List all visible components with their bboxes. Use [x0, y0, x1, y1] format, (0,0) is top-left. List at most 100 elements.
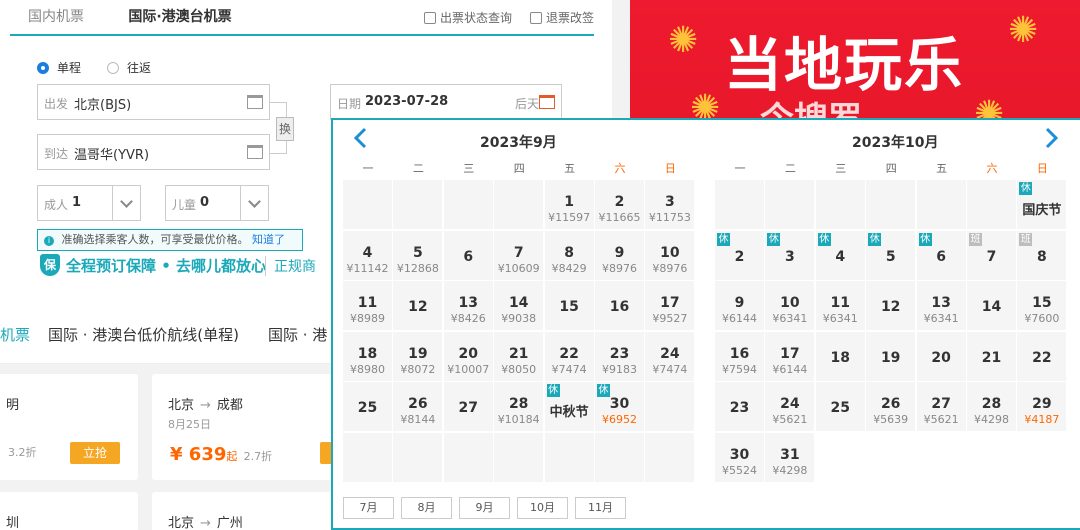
city-picker-icon[interactable] — [247, 95, 263, 109]
calendar-day[interactable]: 28 ¥4298 — [967, 382, 1016, 431]
calendar-day[interactable]: 6 — [443, 230, 493, 280]
chevron-down-icon[interactable] — [112, 186, 140, 220]
day-price: ¥9183 — [602, 362, 637, 376]
radio-roundtrip[interactable]: 往返 — [107, 59, 151, 76]
calendar-day[interactable]: 24 ¥5621 — [765, 382, 815, 431]
calendar-day[interactable]: 28 ¥10184 — [494, 382, 544, 431]
booking-guarantee[interactable]: 保 全程预订保障 • 去哪儿都放心 — [40, 254, 266, 276]
calendar-day[interactable]: 18 — [815, 331, 865, 381]
calendar-day[interactable]: 9 ¥8976 — [595, 230, 644, 280]
child-count-select[interactable]: 儿童 0 — [165, 185, 269, 221]
official-badge[interactable]: 正规商 — [265, 256, 316, 276]
calendar-day[interactable]: 17 ¥6144 — [765, 331, 815, 381]
calendar-day[interactable]: 2 ¥11665 — [595, 180, 644, 229]
tab-route-1[interactable]: 国际 · 港澳台低价航线(单程) — [48, 324, 239, 345]
calendar-day[interactable]: 9 ¥6144 — [715, 281, 764, 330]
calendar-day[interactable]: 8 ¥8429 — [544, 230, 594, 280]
calendar-day[interactable]: 休国庆节 — [1017, 180, 1067, 229]
calendar-day[interactable]: 13 ¥8426 — [443, 281, 493, 330]
arrival-field[interactable]: 到达 温哥华(YVR) — [37, 134, 270, 170]
chevron-left-icon[interactable] — [353, 126, 367, 150]
route-card[interactable]: 圳 — [0, 492, 138, 530]
calendar-day[interactable]: 16 — [595, 281, 644, 330]
calendar-day[interactable]: 14 ¥9038 — [494, 281, 544, 330]
radio-unselected-icon — [107, 61, 119, 74]
calendar-day[interactable]: 7 ¥10609 — [494, 230, 544, 280]
route-card[interactable]: 北京→成都 8月25日 ¥ 639起 2.7折 立抢 — [152, 374, 370, 480]
calendar-day[interactable]: 班8 — [1017, 230, 1067, 280]
tab-route-0[interactable]: 机票 — [0, 324, 30, 345]
calendar-day[interactable]: 休 30 ¥6952 — [595, 382, 644, 431]
calendar-day[interactable]: 5 ¥12868 — [393, 230, 443, 280]
calendar-day[interactable]: 27 ¥5621 — [916, 382, 966, 431]
tip-dismiss-link[interactable]: 知道了 — [252, 233, 285, 246]
calendar-day[interactable]: 15 ¥7600 — [1017, 281, 1067, 330]
calendar-day[interactable]: 23 — [715, 382, 764, 431]
calendar-icon[interactable] — [539, 95, 555, 109]
calendar-day[interactable]: 23 ¥9183 — [595, 331, 644, 381]
calendar-day[interactable]: 14 — [967, 281, 1016, 330]
calendar-day[interactable]: 休4 — [815, 230, 865, 280]
tab-domestic[interactable]: 国内机票 — [28, 0, 84, 34]
month-jump-button[interactable]: 8月 — [401, 497, 452, 519]
month-jump-button[interactable]: 9月 — [459, 497, 510, 519]
month-jump-button[interactable]: 7月 — [343, 497, 394, 519]
calendar-day[interactable]: 30 ¥5524 — [715, 432, 764, 482]
route-card[interactable]: 北京 → 广州 — [152, 492, 342, 530]
calendar-day[interactable]: 21 — [967, 331, 1016, 381]
calendar-day[interactable]: 19 — [866, 331, 916, 381]
radio-oneway[interactable]: 单程 — [37, 59, 81, 76]
ticket-status-link[interactable]: 出票状态查询 — [424, 9, 512, 26]
tab-international[interactable]: 国际·港澳台机票 — [120, 0, 240, 34]
calendar-day[interactable]: 20 ¥10007 — [443, 331, 493, 381]
swap-button[interactable]: 换 — [276, 117, 294, 141]
calendar-day[interactable]: 休5 — [866, 230, 916, 280]
month-jump-button[interactable]: 11月 — [575, 497, 626, 519]
calendar-day[interactable]: 10 ¥6341 — [765, 281, 815, 330]
calendar-day[interactable]: 休2 — [715, 230, 764, 280]
grab-button[interactable]: 立抢 — [70, 442, 120, 464]
calendar-day[interactable]: 26 ¥5639 — [866, 382, 916, 431]
calendar-day[interactable]: 18 ¥8980 — [343, 331, 392, 381]
calendar-day[interactable]: 休3 — [765, 230, 815, 280]
calendar-day[interactable]: 1 ¥11597 — [544, 180, 594, 229]
calendar-day[interactable]: 休中秋节 — [544, 382, 594, 431]
calendar-day[interactable]: 15 — [544, 281, 594, 330]
calendar-day[interactable]: 12 — [393, 281, 443, 330]
route-card[interactable]: 明 3.2折 立抢 — [0, 374, 138, 480]
adult-count-select[interactable]: 成人 1 — [37, 185, 141, 221]
calendar-empty-cell — [494, 180, 544, 229]
calendar-day[interactable]: 31 ¥4298 — [765, 432, 815, 482]
calendar-day[interactable]: 21 ¥8050 — [494, 331, 544, 381]
calendar-day[interactable]: 3 ¥11753 — [645, 180, 695, 229]
calendar-day[interactable]: 24 ¥7474 — [645, 331, 695, 381]
calendar-day[interactable]: 4 ¥11142 — [343, 230, 392, 280]
departure-field[interactable]: 出发 北京(BJS) — [37, 84, 270, 120]
chevron-right-icon[interactable] — [1045, 126, 1059, 150]
calendar-day[interactable]: 22 — [1017, 331, 1067, 381]
calendar-day[interactable]: 10 ¥8976 — [645, 230, 695, 280]
calendar-day[interactable]: 班7 — [967, 230, 1016, 280]
city-picker-icon[interactable] — [247, 145, 263, 159]
chevron-down-icon[interactable] — [240, 186, 268, 220]
calendar-day[interactable]: 29 ¥4187 — [1017, 382, 1067, 431]
calendar-day[interactable]: 27 — [443, 382, 493, 431]
month-jump-button[interactable]: 10月 — [517, 497, 568, 519]
calendar-day[interactable]: 25 — [815, 382, 865, 431]
date-field[interactable]: 日期 2023-07-28 后天 — [330, 84, 562, 120]
calendar-day[interactable]: 26 ¥8144 — [393, 382, 443, 431]
calendar-day[interactable]: 20 — [916, 331, 966, 381]
calendar-day[interactable]: 休6 — [916, 230, 966, 280]
calendar-day[interactable]: 19 ¥8072 — [393, 331, 443, 381]
calendar-day[interactable]: 17 ¥9527 — [645, 281, 695, 330]
tab-route-2[interactable]: 国际 · 港 — [268, 324, 327, 345]
calendar-empty-cell — [765, 180, 815, 229]
calendar-day[interactable]: 13 ¥6341 — [916, 281, 966, 330]
calendar-day[interactable]: 22 ¥7474 — [544, 331, 594, 381]
refund-link[interactable]: 退票改签 — [530, 9, 594, 26]
calendar-day[interactable]: 12 — [866, 281, 916, 330]
calendar-day[interactable]: 25 — [343, 382, 392, 431]
calendar-day[interactable]: 11 ¥8989 — [343, 281, 392, 330]
calendar-day[interactable]: 11 ¥6341 — [815, 281, 865, 330]
calendar-day[interactable]: 16 ¥7594 — [715, 331, 764, 381]
